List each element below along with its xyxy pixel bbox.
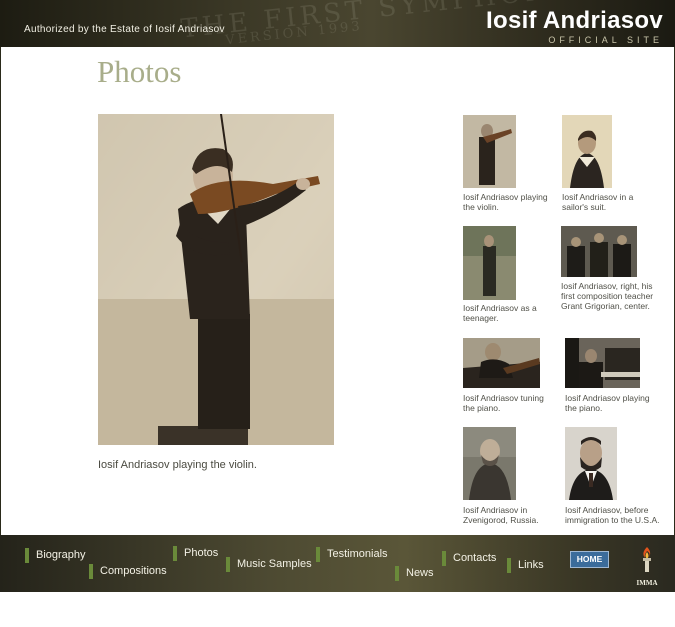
main-photo bbox=[98, 114, 334, 445]
imma-logo[interactable]: IMMA bbox=[634, 547, 660, 587]
nav-compositions[interactable]: Compositions bbox=[89, 564, 167, 579]
thumbnail-photo[interactable] bbox=[463, 427, 516, 500]
brand-name: Iosif Andriasov bbox=[486, 7, 663, 34]
nav-testimonials[interactable]: Testimonials bbox=[316, 547, 388, 562]
thumbnail-image bbox=[463, 427, 516, 500]
thumbnail-image bbox=[565, 427, 617, 500]
thumbnail-image bbox=[463, 226, 516, 300]
thumbnail-image bbox=[561, 226, 637, 277]
thumbnail-image bbox=[463, 115, 516, 188]
thumbnail-image bbox=[565, 338, 640, 388]
thumbnail-image bbox=[562, 115, 612, 188]
header-tagline: Authorized by the Estate of Iosif Andria… bbox=[24, 24, 225, 35]
thumbnail-photo[interactable] bbox=[463, 226, 516, 300]
thumbnail-caption: Iosif Andriasov playing the violin. bbox=[463, 192, 548, 212]
nav-biography[interactable]: Biography bbox=[25, 548, 86, 563]
site-header: THE FIRST SYMPHONY VERSION 1993 Authoriz… bbox=[0, 0, 675, 47]
thumbnail-caption: Iosif Andriasov as a teenager. bbox=[463, 303, 537, 323]
thumbnail-image bbox=[463, 338, 540, 388]
thumbnail-photo[interactable] bbox=[565, 338, 640, 388]
thumbnail-photo[interactable] bbox=[463, 115, 516, 188]
main-navigation: Biography Compositions Photos Music Samp… bbox=[0, 535, 675, 592]
thumbnail-photo[interactable] bbox=[562, 115, 612, 188]
thumbnail-caption: Iosif Andriasov in a sailor's suit. bbox=[562, 192, 634, 212]
nav-news[interactable]: News bbox=[395, 566, 434, 581]
thumbnail-caption: Iosif Andriasov tuning the piano. bbox=[463, 393, 544, 413]
thumbnail-photo[interactable] bbox=[565, 427, 617, 500]
imma-logo-text: IMMA bbox=[636, 579, 658, 587]
brand-subtitle: OFFICIAL SITE bbox=[548, 35, 663, 45]
nav-links[interactable]: Links bbox=[507, 558, 544, 573]
boy-violin-image bbox=[98, 114, 334, 445]
nav-contacts[interactable]: Contacts bbox=[442, 551, 496, 566]
thumbnail-caption: Iosif Andriasov, right, his first compos… bbox=[561, 281, 654, 311]
thumbnail-caption: Iosif Andriasov in Zvenigorod, Russia. bbox=[463, 505, 539, 525]
thumbnail-caption: Iosif Andriasov, before immigration to t… bbox=[565, 505, 660, 525]
site-brand[interactable]: Iosif Andriasov OFFICIAL SITE bbox=[486, 7, 663, 46]
nav-photos[interactable]: Photos bbox=[173, 546, 218, 561]
thumbnail-photo[interactable] bbox=[561, 226, 637, 277]
page-title: Photos bbox=[97, 54, 182, 89]
home-button[interactable]: HOME bbox=[570, 551, 609, 568]
thumbnail-photo[interactable] bbox=[463, 338, 540, 388]
nav-music-samples[interactable]: Music Samples bbox=[226, 557, 312, 572]
main-photo-caption: Iosif Andriasov playing the violin. bbox=[98, 459, 257, 471]
thumbnail-caption: Iosif Andriasov playing the piano. bbox=[565, 393, 650, 413]
torch-icon bbox=[643, 547, 651, 572]
